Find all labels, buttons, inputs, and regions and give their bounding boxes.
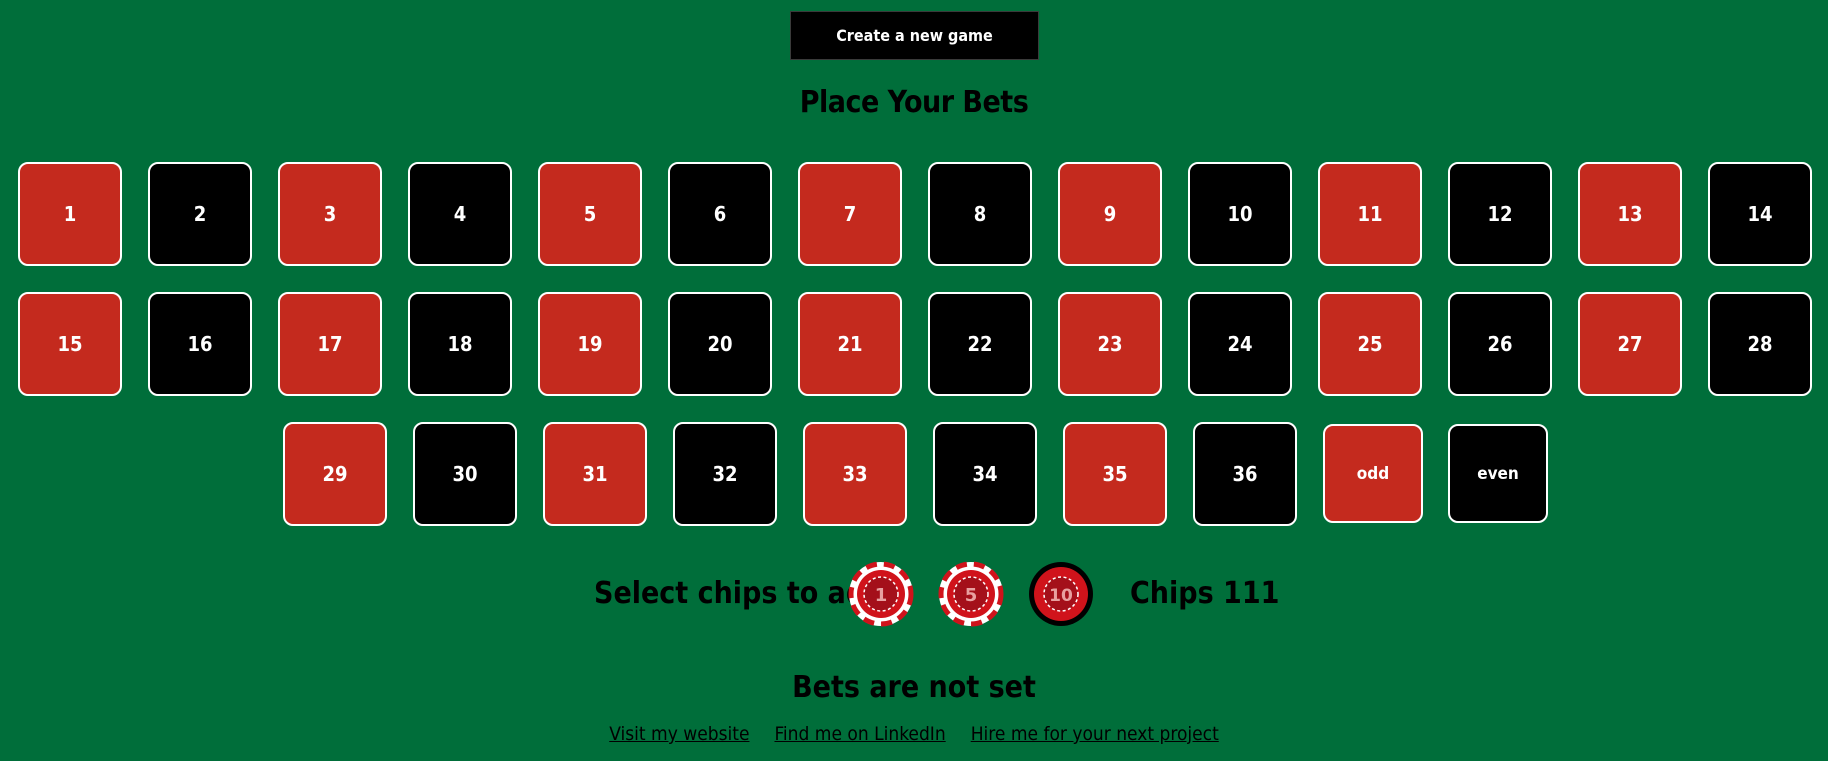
bet-cell-30[interactable]: 30 — [413, 422, 517, 526]
bet-cell-34[interactable]: 34 — [933, 422, 1037, 526]
bet-cell-1[interactable]: 1 — [18, 162, 122, 266]
linkedin-link[interactable]: Find me on LinkedIn — [774, 723, 945, 745]
bet-cell-11[interactable]: 11 — [1318, 162, 1422, 266]
bet-cell-19[interactable]: 19 — [538, 292, 642, 396]
bet-cell-10[interactable]: 10 — [1188, 162, 1292, 266]
bet-cell-28[interactable]: 28 — [1708, 292, 1812, 396]
bet-cell-even[interactable]: even — [1448, 424, 1548, 523]
bet-cell-2[interactable]: 2 — [148, 162, 252, 266]
bet-cell-29[interactable]: 29 — [283, 422, 387, 526]
bet-cell-12[interactable]: 12 — [1448, 162, 1552, 266]
bet-cell-32[interactable]: 32 — [673, 422, 777, 526]
bet-cell-27[interactable]: 27 — [1578, 292, 1682, 396]
create-new-game-button[interactable]: Create a new game — [790, 11, 1039, 60]
bet-cell-24[interactable]: 24 — [1188, 292, 1292, 396]
chips-label: Select chips to add — [594, 576, 885, 611]
chip-10[interactable]: 10 — [1028, 561, 1094, 627]
chip-5[interactable]: 5 — [938, 561, 1004, 627]
bet-cell-23[interactable]: 23 — [1058, 292, 1162, 396]
bet-cell-16[interactable]: 16 — [148, 292, 252, 396]
bet-cell-21[interactable]: 21 — [798, 292, 902, 396]
bet-cell-35[interactable]: 35 — [1063, 422, 1167, 526]
svg-text:1: 1 — [875, 585, 888, 606]
bet-cell-22[interactable]: 22 — [928, 292, 1032, 396]
svg-text:5: 5 — [965, 585, 978, 606]
bet-cell-9[interactable]: 9 — [1058, 162, 1162, 266]
bet-cell-8[interactable]: 8 — [928, 162, 1032, 266]
bets-status: Bets are not set — [792, 670, 1036, 705]
bet-cell-33[interactable]: 33 — [803, 422, 907, 526]
bet-cell-5[interactable]: 5 — [538, 162, 642, 266]
bet-cell-14[interactable]: 14 — [1708, 162, 1812, 266]
chip-icon: 10 — [1029, 562, 1093, 626]
bet-cell-odd[interactable]: odd — [1323, 424, 1423, 523]
hire-me-link[interactable]: Hire me for your next project — [971, 723, 1219, 745]
bet-cell-7[interactable]: 7 — [798, 162, 902, 266]
page-title: Place Your Bets — [799, 85, 1029, 120]
bet-cell-31[interactable]: 31 — [543, 422, 647, 526]
bet-cell-36[interactable]: 36 — [1193, 422, 1297, 526]
chip-1[interactable]: 1 — [848, 561, 914, 627]
svg-text:10: 10 — [1049, 586, 1073, 606]
website-link[interactable]: Visit my website — [609, 723, 749, 745]
bet-cell-20[interactable]: 20 — [668, 292, 772, 396]
bet-cell-6[interactable]: 6 — [668, 162, 772, 266]
bet-cell-3[interactable]: 3 — [278, 162, 382, 266]
bet-cell-25[interactable]: 25 — [1318, 292, 1422, 396]
footer-links: Visit my website Find me on LinkedIn Hir… — [0, 723, 1828, 745]
bet-cell-15[interactable]: 15 — [18, 292, 122, 396]
chip-icon: 5 — [938, 561, 1004, 627]
bet-cell-18[interactable]: 18 — [408, 292, 512, 396]
bet-cell-4[interactable]: 4 — [408, 162, 512, 266]
chips-total: Chips 111 — [1130, 576, 1280, 611]
chip-icon: 1 — [848, 561, 914, 627]
bet-cell-26[interactable]: 26 — [1448, 292, 1552, 396]
bet-cell-17[interactable]: 17 — [278, 292, 382, 396]
bet-cell-13[interactable]: 13 — [1578, 162, 1682, 266]
